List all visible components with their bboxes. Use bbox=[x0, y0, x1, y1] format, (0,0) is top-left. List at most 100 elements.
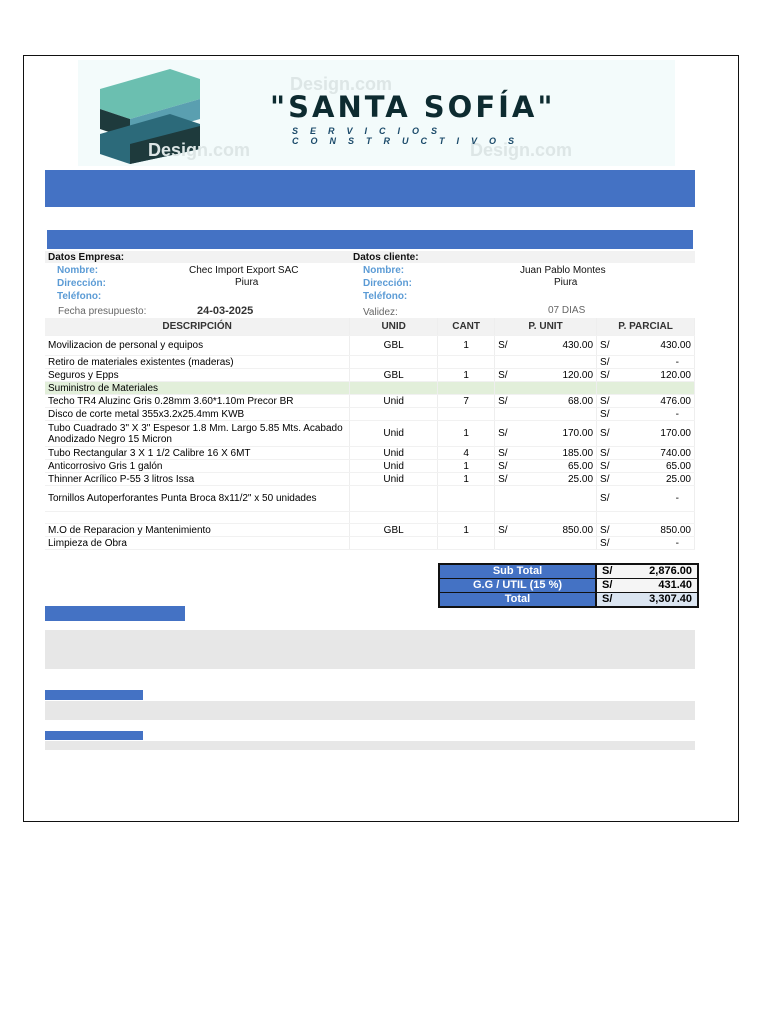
amount: 476.00 bbox=[660, 395, 691, 407]
notes-box-3 bbox=[45, 741, 695, 750]
item-description: Techo TR4 Aluzinc Gris 0.28mm 3.60*1.10m… bbox=[45, 394, 351, 408]
item-punit bbox=[494, 485, 598, 512]
column-header: P. UNIT bbox=[494, 318, 598, 336]
amount: - bbox=[675, 356, 679, 368]
item-parcial: S/740.00 bbox=[596, 446, 695, 460]
item-punit bbox=[494, 407, 598, 421]
cliente-telefono-label: Teléfono: bbox=[363, 291, 408, 302]
item-unit: GBL bbox=[349, 335, 439, 356]
notes-bar bbox=[45, 606, 185, 621]
item-description bbox=[45, 511, 351, 524]
item-description: Suministro de Materiales bbox=[45, 381, 351, 395]
currency-symbol: S/ bbox=[600, 369, 610, 381]
item-parcial: S/170.00 bbox=[596, 420, 695, 447]
item-parcial bbox=[596, 511, 695, 524]
item-quantity bbox=[437, 407, 496, 421]
empresa-nombre: Chec Import Export SAC bbox=[189, 265, 299, 276]
item-parcial: S/430.00 bbox=[596, 335, 695, 356]
item-quantity: 4 bbox=[437, 446, 496, 460]
currency-symbol: S/ bbox=[600, 447, 610, 459]
table-row: Limpieza de Obra S/ - bbox=[45, 536, 695, 550]
totals-row: G.G / UTIL (15 %) S/431.40 bbox=[440, 579, 697, 593]
item-unit: Unid bbox=[349, 420, 439, 447]
item-punit bbox=[494, 536, 598, 550]
item-unit: GBL bbox=[349, 368, 439, 382]
item-parcial: S/ - bbox=[596, 407, 695, 421]
item-parcial: S/25.00 bbox=[596, 472, 695, 486]
item-unit: Unid bbox=[349, 394, 439, 408]
item-unit bbox=[349, 381, 439, 395]
amount: - bbox=[675, 493, 679, 504]
brand-tagline: SERVICIOS CONSTRUCTIVOS bbox=[292, 126, 527, 146]
amount: 65.00 bbox=[568, 460, 594, 472]
item-description: Retiro de materiales existentes (maderas… bbox=[45, 355, 351, 369]
item-punit bbox=[494, 381, 598, 395]
currency-symbol: S/ bbox=[498, 473, 508, 485]
column-header: UNID bbox=[349, 318, 439, 336]
item-parcial: S/ - bbox=[596, 536, 695, 550]
table-row: Retiro de materiales existentes (maderas… bbox=[45, 355, 695, 369]
cliente-direccion-label: Dirección: bbox=[363, 278, 412, 289]
currency-symbol: S/ bbox=[600, 340, 610, 351]
table-row: Techo TR4 Aluzinc Gris 0.28mm 3.60*1.10m… bbox=[45, 394, 695, 408]
company-logo: Design.com Design.com Design.com "SANTA … bbox=[78, 60, 675, 166]
item-punit: S/850.00 bbox=[494, 523, 598, 537]
amount: 68.00 bbox=[568, 395, 594, 407]
amount: 430.00 bbox=[562, 340, 594, 351]
currency-symbol: S/ bbox=[600, 460, 610, 472]
item-punit: S/68.00 bbox=[494, 394, 598, 408]
totals-value: 2,876.00 bbox=[649, 565, 692, 577]
item-unit: Unid bbox=[349, 472, 439, 486]
item-quantity bbox=[437, 381, 496, 395]
currency-symbol: S/ bbox=[600, 473, 610, 485]
amount: 850.00 bbox=[660, 524, 691, 536]
section-bar bbox=[47, 230, 693, 249]
item-quantity bbox=[437, 485, 496, 512]
item-punit: S/185.00 bbox=[494, 446, 598, 460]
table-row: Tubo Cuadrado 3" X 3" Espesor 1.8 Mm. La… bbox=[45, 420, 695, 447]
item-quantity: 1 bbox=[437, 523, 496, 537]
totals-value: 3,307.40 bbox=[649, 593, 692, 605]
amount: 25.00 bbox=[568, 473, 594, 485]
currency-symbol: S/ bbox=[602, 579, 613, 591]
item-punit: S/120.00 bbox=[494, 368, 598, 382]
cliente-nombre: Juan Pablo Montes bbox=[520, 265, 606, 276]
item-unit: Unid bbox=[349, 446, 439, 460]
quote-page: Design.com Design.com Design.com "SANTA … bbox=[0, 0, 768, 1024]
fecha-value: 24-03-2025 bbox=[197, 305, 254, 317]
totals-label: Sub Total bbox=[440, 565, 597, 578]
amount: 25.00 bbox=[665, 473, 691, 485]
item-quantity: 1 bbox=[437, 335, 496, 356]
item-punit: S/430.00 bbox=[494, 335, 598, 356]
item-quantity: 1 bbox=[437, 420, 496, 447]
table-row: Disco de corte metal 355x3.2x25.4mm KWB S… bbox=[45, 407, 695, 421]
currency-symbol: S/ bbox=[602, 593, 613, 605]
table-row: Anticorrosivo Gris 1 galón Unid 1 S/65.00 S/… bbox=[45, 459, 695, 473]
item-unit bbox=[349, 536, 439, 550]
item-quantity bbox=[437, 536, 496, 550]
currency-symbol: S/ bbox=[498, 369, 508, 381]
currency-symbol: S/ bbox=[600, 493, 610, 504]
item-punit bbox=[494, 355, 598, 369]
item-description: Limpieza de Obra bbox=[45, 536, 351, 550]
totals-box: Sub Total S/2,876.00 G.G / UTIL (15 %) S/43… bbox=[438, 563, 699, 608]
empresa-direccion-label: Dirección: bbox=[57, 278, 106, 289]
validez-value: 07 DIAS bbox=[548, 305, 586, 316]
currency-symbol: S/ bbox=[498, 447, 508, 459]
table-row: Movilizacion de personal y equipos GBL 1 S/… bbox=[45, 335, 695, 356]
item-parcial: S/120.00 bbox=[596, 368, 695, 382]
amount: 120.00 bbox=[562, 369, 594, 381]
item-parcial: S/65.00 bbox=[596, 459, 695, 473]
item-unit: GBL bbox=[349, 523, 439, 537]
amount: 65.00 bbox=[665, 460, 691, 472]
totals-row: Total S/3,307.40 bbox=[440, 593, 697, 606]
title-bar bbox=[45, 170, 695, 207]
item-description: Thinner Acrílico P-55 3 litros Issa bbox=[45, 472, 351, 486]
amount: 120.00 bbox=[660, 369, 691, 381]
item-unit bbox=[349, 511, 439, 524]
item-parcial: S/ - bbox=[596, 355, 695, 369]
amount: 170.00 bbox=[660, 428, 691, 439]
item-punit bbox=[494, 511, 598, 524]
empresa-nombre-label: Nombre: bbox=[57, 265, 99, 276]
cliente-nombre-label: Nombre: bbox=[363, 265, 405, 276]
